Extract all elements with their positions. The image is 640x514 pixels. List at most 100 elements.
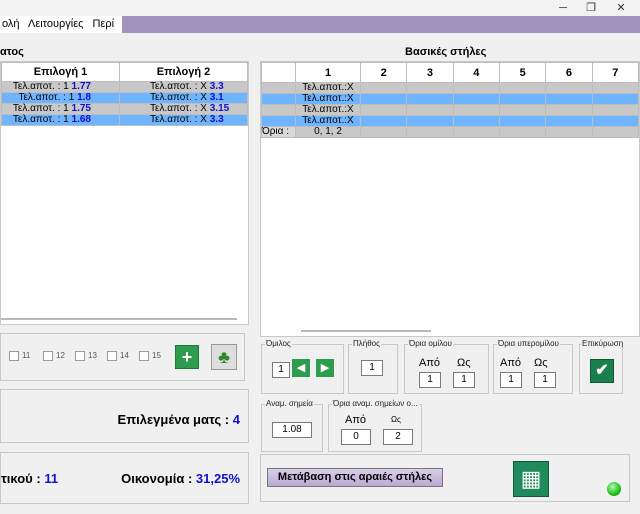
title-bar	[0, 0, 640, 16]
points-limits-to-input[interactable]: 2	[383, 429, 413, 445]
count-value: 11	[44, 471, 59, 486]
count-box: Πλήθος 1	[348, 339, 398, 394]
over-limits: Όρια υπερομίλου Από Ως 1 1	[493, 339, 573, 394]
horizontal-scrollbar[interactable]	[301, 330, 431, 332]
table-row[interactable]: Τελ.αποτ.:Χ	[261, 104, 640, 116]
cell-label: Τελ.αποτ. : Χ	[150, 92, 207, 103]
menu-item-about[interactable]: Περί	[92, 18, 114, 30]
points-value: 1.08	[272, 422, 312, 438]
cell-label: Τελ.αποτ. : Χ	[150, 114, 207, 125]
base-columns-container: 1 2 3 4 5 6 7 Τελ.αποτ.:Χ Τελ.αποτ.:Χ Τε…	[260, 61, 640, 337]
status-light-icon	[607, 482, 621, 496]
cell-value: 1.77	[71, 81, 91, 92]
group-limits-to-input[interactable]: 1	[453, 372, 475, 388]
limits-label: Όρια :	[261, 126, 296, 138]
cell: Τελ.αποτ.:Χ	[295, 93, 361, 105]
group-selector: Όμιλος 1 ◀ ▶	[261, 339, 344, 394]
checkbox-14[interactable]: 14	[107, 351, 129, 361]
column-header[interactable]: 6	[545, 62, 593, 83]
clover-icon[interactable]: ♣	[211, 344, 237, 370]
points-box: Αναμ. σημεία 1.08	[261, 399, 323, 452]
cell-value: 3.3	[209, 114, 224, 125]
cell: Τελ.αποτ.:Χ	[295, 82, 361, 94]
column-header[interactable]: 7	[591, 62, 640, 83]
checkmark-icon[interactable]: ✔	[590, 359, 614, 383]
matches-table-container: Επιλογή 1 Επιλογή 2 Τελ.αποτ. : 1 1.77 Τ…	[0, 61, 249, 325]
from-label: Από	[345, 414, 367, 426]
column-header[interactable]: 4	[452, 62, 500, 83]
cell-label: Τελ.αποτ. : Χ	[150, 81, 207, 92]
column-header-option2[interactable]: Επιλογή 2	[119, 62, 248, 82]
group-limits-from-input[interactable]: 1	[419, 372, 441, 388]
calculator-icon[interactable]: ▦	[513, 461, 549, 497]
table-row[interactable]: Τελ.αποτ.:Χ	[261, 115, 640, 127]
from-label: Από	[419, 357, 441, 369]
cell-label: Τελ.αποτ. : 1	[12, 103, 69, 114]
right-panel-title: Βασικές στήλες	[405, 46, 487, 58]
column-header-option1[interactable]: Επιλογή 1	[1, 62, 120, 82]
selected-matches: Επιλεγμένα ματς : 4	[118, 412, 240, 427]
cell: Τελ.αποτ.:Χ	[295, 104, 361, 116]
to-label: Ως	[391, 415, 401, 424]
column-header[interactable]: 1	[295, 62, 361, 83]
selected-matches-value: 4	[232, 412, 240, 427]
add-icon[interactable]: +	[175, 345, 199, 369]
table-row[interactable]: Τελ.αποτ. : 1 1.8 Τελ.αποτ. : Χ 3.1	[1, 92, 248, 104]
cell-label: Τελ.αποτ. : Χ	[150, 103, 207, 114]
group-label: Όμιλος	[265, 339, 292, 348]
checkbox-label: 13	[88, 351, 97, 361]
checkbox-15[interactable]: 15	[139, 351, 161, 361]
prev-group-icon[interactable]: ◀	[292, 359, 310, 377]
to-label: Ως	[457, 357, 471, 369]
over-limits-from-input[interactable]: 1	[500, 372, 522, 388]
menu-item-file[interactable]: ολή	[2, 18, 20, 30]
table-row[interactable]: Τελ.αποτ. : 1 1.77 Τελ.αποτ. : Χ 3.3	[1, 81, 248, 93]
close-icon[interactable]: ✕	[606, 0, 636, 16]
count-label: τικού :	[1, 471, 41, 486]
cell-value: 3.3	[209, 81, 224, 92]
column-header[interactable]: 5	[498, 62, 547, 83]
table-row[interactable]: Τελ.αποτ. : 1 1.75 Τελ.αποτ. : Χ 3.15	[1, 103, 248, 115]
left-panel-title: ατος	[0, 46, 24, 58]
column-header[interactable]: 3	[406, 62, 454, 83]
minimize-icon[interactable]: ─	[548, 0, 578, 16]
limits-value: 0, 1, 2	[295, 126, 361, 138]
group-value: 1	[272, 362, 290, 378]
restore-icon[interactable]: ❐	[576, 0, 606, 16]
economy-panel: τικού : 11 Οικονομία : 31,25%	[0, 452, 249, 504]
checkbox-11[interactable]: 11	[9, 351, 30, 361]
goto-sparse-columns-button[interactable]: Μετάβαση στις αραιές στήλες	[267, 468, 443, 487]
economy: Οικονομία : 31,25%	[121, 471, 240, 486]
checkbox-13[interactable]: 13	[75, 351, 97, 361]
cell: Τελ.αποτ.:Χ	[295, 115, 361, 127]
cell-value: 1.75	[71, 103, 91, 114]
points-limits: Όρια αναμ. σημείων ο... Από Ως 0 2	[328, 399, 422, 452]
count-value: 1	[361, 360, 383, 376]
menu-item-functions[interactable]: Λειτουργίες	[28, 18, 83, 30]
cell-value: 3.1	[209, 92, 224, 103]
row-header-corner	[261, 62, 296, 83]
count-label: Πλήθος	[352, 339, 381, 348]
over-limits-label: Όρια υπερομίλου	[497, 339, 560, 348]
confirm-box: Επικύρωση ✔	[579, 339, 625, 394]
cell-value: 3.15	[209, 103, 230, 114]
points-label: Αναμ. σημεία	[265, 399, 314, 408]
checkbox-12[interactable]: 12	[43, 351, 65, 361]
cell-label: Τελ.αποτ. : 1	[12, 114, 69, 125]
base-columns-table: 1 2 3 4 5 6 7 Τελ.αποτ.:Χ Τελ.αποτ.:Χ Τε…	[261, 62, 640, 138]
to-label: Ως	[534, 357, 548, 369]
confirm-label: Επικύρωση	[581, 339, 625, 348]
over-limits-to-input[interactable]: 1	[534, 372, 556, 388]
horizontal-scrollbar[interactable]	[1, 318, 237, 320]
table-row[interactable]: Τελ.αποτ. : 1 1.68 Τελ.αποτ. : Χ 3.3	[1, 114, 248, 126]
limits-row: Όρια :0, 1, 2	[261, 126, 640, 138]
economy-value: 31,25%	[195, 471, 240, 486]
points-limits-from-input[interactable]: 0	[341, 429, 371, 445]
column-header[interactable]: 2	[359, 62, 408, 83]
next-group-icon[interactable]: ▶	[316, 359, 334, 377]
matches-table: Επιλογή 1 Επιλογή 2 Τελ.αποτ. : 1 1.77 Τ…	[1, 62, 248, 126]
goto-panel: Μετάβαση στις αραιές στήλες ▦	[260, 454, 630, 502]
table-row[interactable]: Τελ.αποτ.:Χ	[261, 93, 640, 105]
checkbox-label: 15	[152, 351, 161, 361]
table-row[interactable]: Τελ.αποτ.:Χ	[261, 82, 640, 94]
